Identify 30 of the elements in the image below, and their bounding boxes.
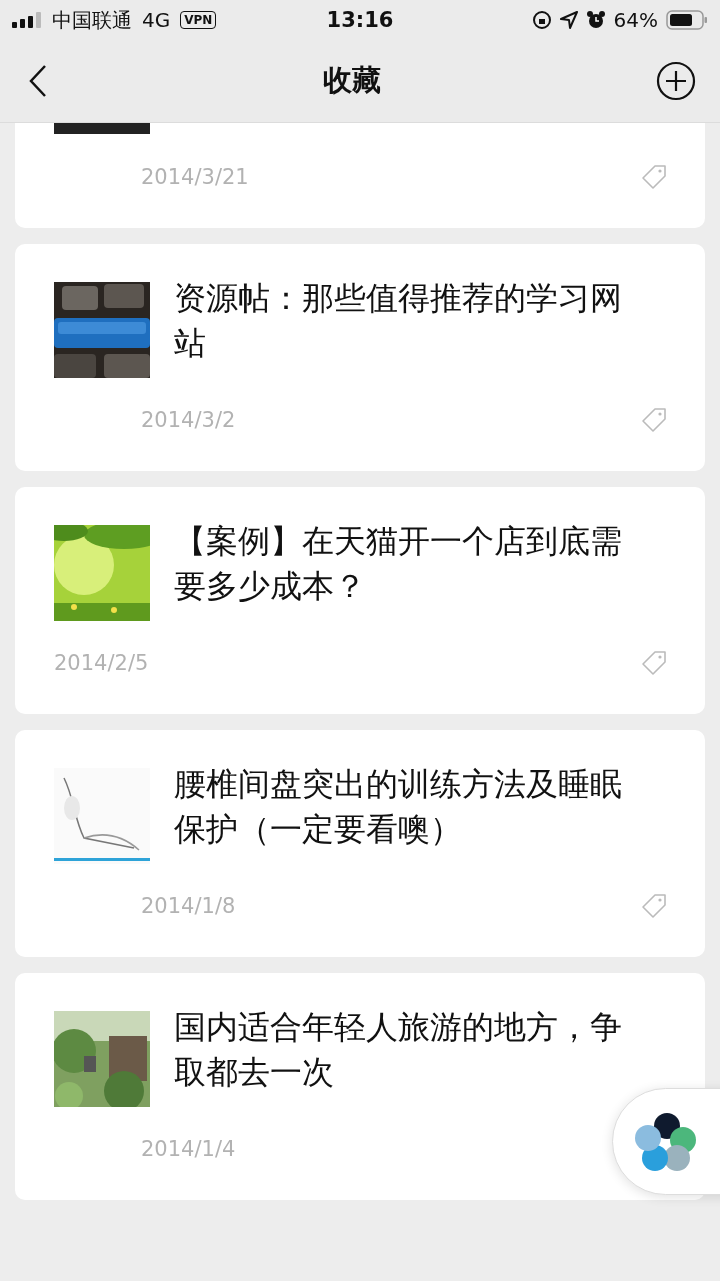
favorite-title: 腰椎间盘突出的训练方法及睡眠保护（一定要看噢） xyxy=(174,764,623,850)
signal-icon xyxy=(12,12,42,28)
add-button[interactable] xyxy=(656,61,696,101)
favorite-title: 国内适合年轻人旅游的地方，争取都去一次 xyxy=(174,1007,623,1093)
alarm-icon xyxy=(585,10,606,30)
tag-icon[interactable] xyxy=(641,893,667,919)
battery-percent: 64% xyxy=(613,8,658,32)
favorite-date: 2014/3/2 xyxy=(141,408,236,432)
tag-icon[interactable] xyxy=(641,164,667,190)
favorite-title: 【案例】在天猫开一个店到底需要多少成本？ xyxy=(174,521,623,607)
battery-icon xyxy=(666,10,708,30)
favorite-title: 资源帖：那些值得推荐的学习网站 xyxy=(174,278,623,364)
page-title: 收藏 xyxy=(323,62,381,99)
vpn-indicator: VPN xyxy=(180,11,217,29)
favorite-date: 2014/2/5 xyxy=(54,651,149,675)
favorite-date: 2014/1/4 xyxy=(141,1137,236,1161)
tag-icon[interactable] xyxy=(641,407,667,433)
favorite-card[interactable]: 资源帖：那些值得推荐的学习网站 2014/3/2 xyxy=(15,244,705,471)
favorite-card[interactable]: 国内适合年轻人旅游的地方，争取都去一次 2014/1/4 xyxy=(15,973,705,1200)
favorite-date: 2014/1/8 xyxy=(141,894,236,918)
favorite-date: 2014/3/21 xyxy=(141,165,249,189)
back-button[interactable] xyxy=(28,64,48,98)
favorite-card[interactable]: 【案例】在天猫开一个店到底需要多少成本？ 2014/2/5 xyxy=(15,487,705,714)
rotation-lock-icon xyxy=(531,10,552,30)
favorite-card[interactable]: 腰椎间盘突出的训练方法及睡眠保护（一定要看噢） 2014/1/8 xyxy=(15,730,705,957)
network-type: 4G xyxy=(142,8,171,32)
tag-icon[interactable] xyxy=(641,650,667,676)
clock-time: 13:16 xyxy=(326,8,394,32)
location-icon xyxy=(559,11,578,29)
carrier-name: 中国联通 xyxy=(52,6,132,34)
